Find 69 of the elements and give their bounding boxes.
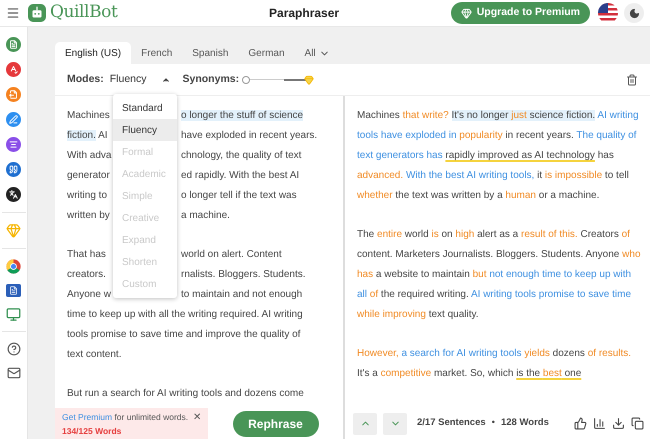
input-text-fragment: fiction. AI	[67, 130, 108, 141]
word-count: 128 Words	[500, 416, 549, 430]
quote-icon[interactable]	[6, 162, 21, 177]
flag-icon[interactable]	[598, 3, 618, 23]
input-text-fragment: Anyone w	[67, 289, 111, 300]
word-count: 134/125 Words	[62, 424, 122, 438]
input-text-fragment: chnology, the quality of text	[181, 149, 302, 163]
upgrade-button[interactable]: Upgrade to Premium	[450, 2, 590, 24]
translate-icon[interactable]	[6, 187, 21, 202]
moon-icon	[628, 8, 640, 18]
get-premium-link[interactable]: Get Premium	[62, 412, 112, 422]
input-text-fragment: rnalists. Bloggers. Students.	[181, 268, 306, 282]
input-text-line: time to keep up with all the writing required. AI writing	[67, 308, 303, 322]
feedback-icon[interactable]	[574, 417, 587, 430]
input-text-fragment: creators.	[67, 269, 106, 280]
input-text-fragment: have exploded in recent years.	[181, 129, 318, 143]
dark-mode-button[interactable]	[624, 3, 644, 23]
input-text-fragment: That has	[67, 249, 106, 260]
mode-select[interactable]: Fluency	[110, 72, 171, 88]
input-text-fragment: ed rapidly. With the best AI	[181, 169, 300, 183]
diamond-icon	[304, 74, 314, 84]
help-icon[interactable]	[6, 342, 20, 356]
input-text-fragment: o longer the stuff of science	[181, 109, 304, 123]
modes-label: Modes:	[67, 72, 104, 87]
pen-icon[interactable]	[6, 112, 21, 127]
input-text-line: tools promise to save time and improve the quality of	[67, 328, 300, 342]
input-text-fragment: writing to	[67, 190, 108, 201]
input-text-line: text content.	[67, 348, 122, 362]
input-text-fragment: o longer tell if the text was	[181, 189, 297, 203]
mail-icon[interactable]	[6, 366, 20, 380]
input-text-line: But run a search for AI writing tools and dozens come	[67, 387, 304, 401]
input-text-fragment: written by	[67, 210, 110, 221]
sentence-count: 2/17 Sentences	[417, 416, 486, 430]
spell-check-icon[interactable]	[6, 62, 21, 77]
diamond-icon	[460, 8, 472, 18]
document-app-icon[interactable]	[6, 284, 21, 297]
separator-dot: •	[492, 416, 495, 430]
input-text-fragment: a machine.	[181, 209, 230, 223]
synonyms-slider[interactable]	[242, 74, 314, 86]
mode-option[interactable]: Fluency	[113, 119, 177, 141]
input-text-fragment: generator	[67, 170, 110, 181]
notice-text: Get Premium for unlimited words.	[62, 410, 188, 424]
download-icon[interactable]	[612, 417, 625, 430]
synonyms-label: Synonyms:	[182, 72, 240, 87]
mode-option[interactable]: Standard	[113, 97, 177, 119]
delete-icon[interactable]	[626, 74, 638, 86]
language-tab[interactable]: English (US)	[55, 42, 132, 64]
paraphrased-paragraph: Machines that write? It's no longer just science fiction. AI writing tools have exploded in popularity in recent years. The quality of text generators has rapidly improved as AI technology has advanced. With the best AI writing tools, it is impossible to tell whether the text was written by a human or a machine.	[357, 109, 640, 203]
copy-icon[interactable]	[631, 417, 644, 430]
browser-icon[interactable]	[6, 259, 21, 274]
brand-name: QuillBot	[50, 1, 118, 24]
language-tab[interactable]: French	[131, 42, 182, 64]
paraphrased-paragraph: The entire world is on high alert as a result of this. Creators of content. Marketers Journalists. Bloggers. Students. Anyone who has a website to maintain but not enough time to keep up with all of the required writing. AI writing tools promise to save time while improving text quality.	[357, 228, 642, 322]
monitor-icon[interactable]	[6, 307, 21, 321]
paraphrased-paragraph: However, a search for AI writing tools yields dozens of results. It's a competitive market. So, which is the best one	[357, 347, 632, 381]
language-tab[interactable]: All	[294, 42, 340, 64]
document-icon[interactable]	[6, 87, 21, 102]
logo-icon[interactable]	[28, 4, 46, 22]
close-button[interactable]: ✕	[193, 410, 202, 425]
language-tab[interactable]: Spanish	[182, 42, 238, 64]
input-text-fragment: world on alert. Content	[181, 248, 282, 262]
menu-icon[interactable]	[6, 6, 20, 20]
chart-icon[interactable]	[593, 417, 606, 430]
language-tab[interactable]: German	[238, 42, 295, 64]
rephrase-button[interactable]: Rephrase	[232, 410, 318, 436]
input-text-fragment: to maintain and not enough	[181, 288, 302, 302]
page-title: Paraphraser	[269, 5, 340, 22]
input-text-fragment: Machines	[67, 110, 110, 121]
input-text-fragment: With adva	[67, 150, 112, 161]
